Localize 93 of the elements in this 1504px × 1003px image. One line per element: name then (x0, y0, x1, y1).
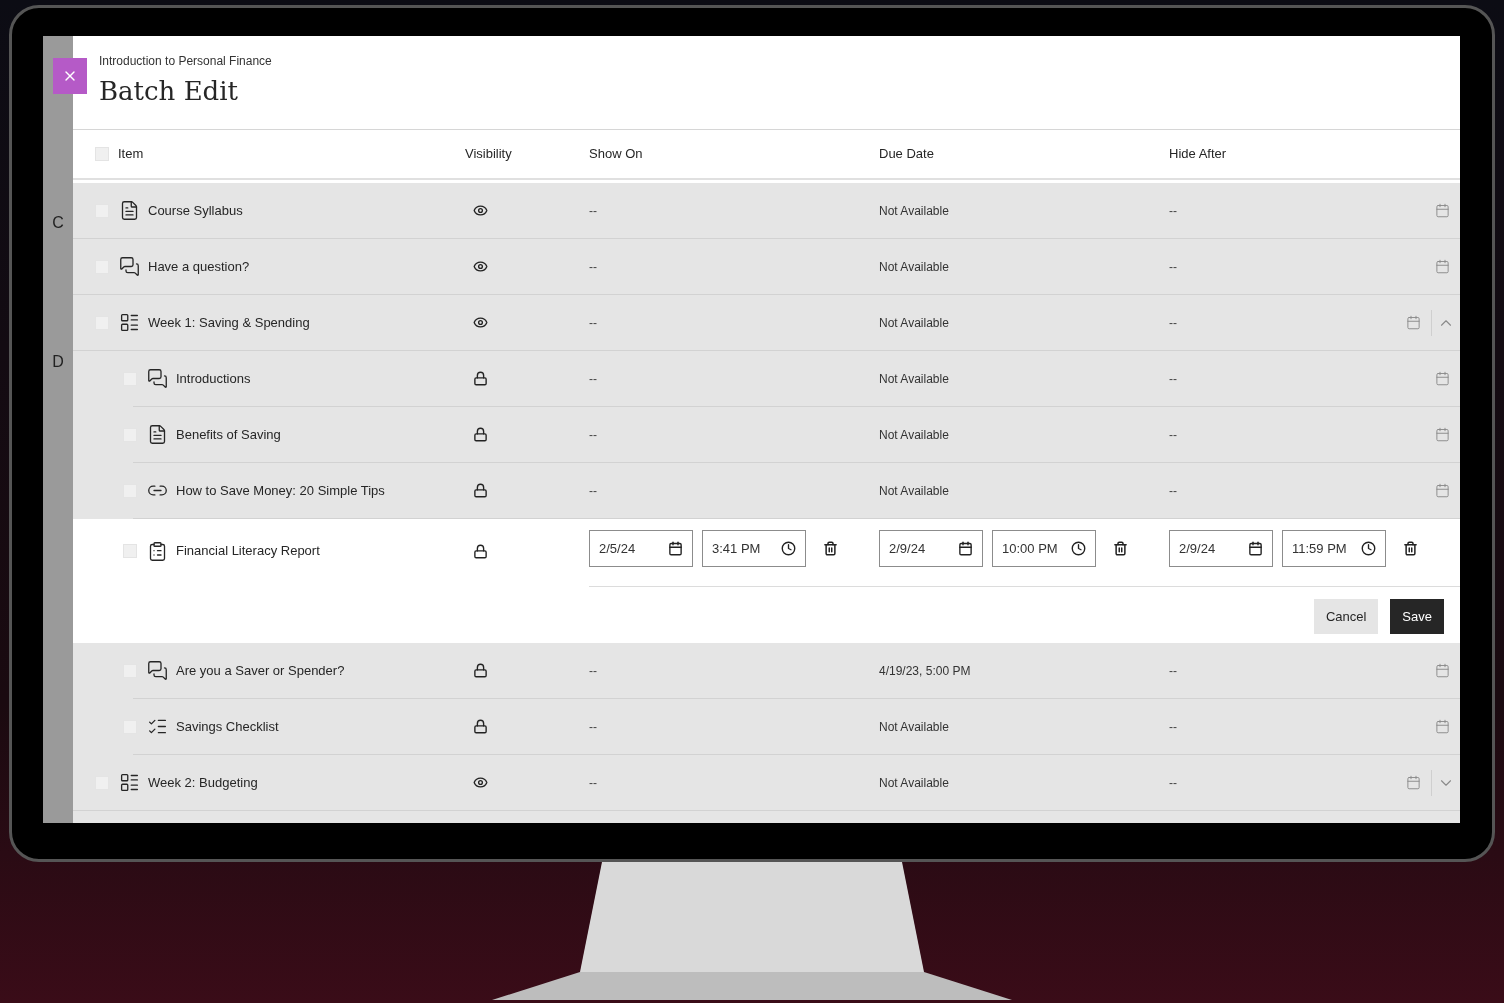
delete-icon[interactable] (823, 541, 838, 556)
column-header: Due Date (879, 145, 935, 164)
calendar-icon[interactable] (1435, 203, 1450, 218)
date-field[interactable]: 2/9/24 (1169, 530, 1273, 567)
time-field[interactable]: 3:41 PM (702, 530, 806, 567)
calendar-icon[interactable] (1435, 259, 1450, 274)
chat-bubbles-icon (147, 368, 168, 389)
eye-icon[interactable] (473, 775, 488, 790)
checkbox[interactable] (123, 544, 137, 558)
item-title[interactable]: Introductions (176, 368, 251, 389)
lock-icon[interactable] (473, 483, 488, 498)
document-icon (147, 424, 168, 445)
date-field[interactable]: 2/9/24 (879, 530, 983, 567)
hide-after-value: -- (1169, 482, 1178, 500)
item-title[interactable]: How to Save Money: 20 Simple Tips (176, 480, 385, 501)
hide-after-value: -- (1169, 370, 1178, 388)
show-on-value: -- (589, 426, 598, 444)
item-title[interactable]: Financial Literacy Report (176, 541, 320, 561)
clock-icon (781, 541, 796, 556)
item-title[interactable]: Course Syllabus (148, 200, 243, 221)
lock-icon[interactable] (473, 543, 488, 559)
clipboard-icon (147, 540, 168, 562)
lock-icon[interactable] (473, 427, 488, 442)
due-date-value: Not Available (879, 258, 950, 276)
show-on-value: -- (589, 202, 598, 220)
delete-icon[interactable] (1403, 541, 1418, 556)
sidebar-letter: D (52, 352, 64, 372)
item-title[interactable]: Savings Checklist (176, 716, 279, 737)
item-title[interactable]: Week 2: Budgeting (148, 772, 258, 793)
cancel-button[interactable]: Cancel (1313, 599, 1379, 634)
hide-after-value: -- (1169, 774, 1178, 792)
calendar-icon (958, 541, 973, 556)
column-header: Show On (589, 145, 644, 164)
calendar-icon[interactable] (1435, 483, 1450, 498)
calendar-icon[interactable] (1435, 663, 1450, 678)
course-name: Introduction to Personal Finance (99, 53, 273, 70)
lock-icon[interactable] (473, 719, 488, 734)
item-title[interactable]: Benefits of Saving (176, 424, 281, 445)
due-date-value: 4/19/23, 5:00 PM (879, 662, 972, 680)
clock-icon (1361, 541, 1376, 556)
hide-after-value: -- (1169, 718, 1178, 736)
calendar-icon[interactable] (1406, 315, 1421, 330)
due-date-value: Not Available (879, 370, 950, 388)
close-button[interactable] (53, 58, 87, 94)
calendar-icon (668, 541, 683, 556)
hide-after-value: -- (1169, 202, 1178, 220)
eye-icon[interactable] (473, 203, 488, 218)
column-header: Hide After (1169, 145, 1228, 164)
show-on-value: -- (589, 774, 598, 792)
due-date-value: Not Available (879, 426, 950, 444)
time-field[interactable]: 11:59 PM (1282, 530, 1386, 567)
delete-icon[interactable] (1113, 541, 1128, 556)
list-page-icon (119, 772, 140, 793)
calendar-icon[interactable] (1435, 427, 1450, 442)
list-page-icon (119, 312, 140, 333)
show-on-value: -- (589, 482, 598, 500)
due-date-value: Not Available (879, 482, 950, 500)
save-button[interactable]: Save (1390, 599, 1444, 634)
hide-after-value: -- (1169, 258, 1178, 276)
show-on-value: -- (589, 370, 598, 388)
due-date-value: Not Available (879, 718, 950, 736)
hide-after-value: -- (1169, 426, 1178, 444)
show-on-value: -- (589, 718, 598, 736)
calendar-icon (1248, 541, 1263, 556)
show-on-value: -- (589, 258, 598, 276)
clock-icon (1071, 541, 1086, 556)
hide-after-value: -- (1169, 314, 1178, 332)
document-icon (119, 200, 140, 221)
due-date-value: Not Available (879, 774, 950, 792)
date-field[interactable]: 2/5/24 (589, 530, 693, 567)
due-date-value: Not Available (879, 202, 950, 220)
calendar-icon[interactable] (1435, 371, 1450, 386)
hide-after-value: -- (1169, 662, 1178, 680)
chat-bubbles-icon (147, 660, 168, 681)
due-date-value: Not Available (879, 314, 950, 332)
lock-icon[interactable] (473, 663, 488, 678)
column-header: Visibility (465, 145, 513, 164)
checkbox[interactable] (95, 147, 109, 161)
item-title[interactable]: Week 1: Saving & Spending (148, 312, 310, 333)
item-title[interactable]: Are you a Saver or Spender? (176, 660, 345, 681)
item-title[interactable]: Have a question? (148, 256, 250, 277)
time-field[interactable]: 10:00 PM (992, 530, 1096, 567)
eye-icon[interactable] (473, 259, 488, 274)
lock-icon[interactable] (473, 371, 488, 386)
eye-icon[interactable] (473, 315, 488, 330)
sidebar-letter: C (52, 213, 64, 233)
calendar-icon[interactable] (1406, 775, 1421, 790)
column-header: Item (118, 145, 144, 164)
calendar-icon[interactable] (1435, 719, 1450, 734)
show-on-value: -- (589, 314, 598, 332)
page-title: Batch Edit (99, 75, 239, 108)
chat-bubbles-icon (119, 256, 140, 277)
show-on-value: -- (589, 662, 598, 680)
